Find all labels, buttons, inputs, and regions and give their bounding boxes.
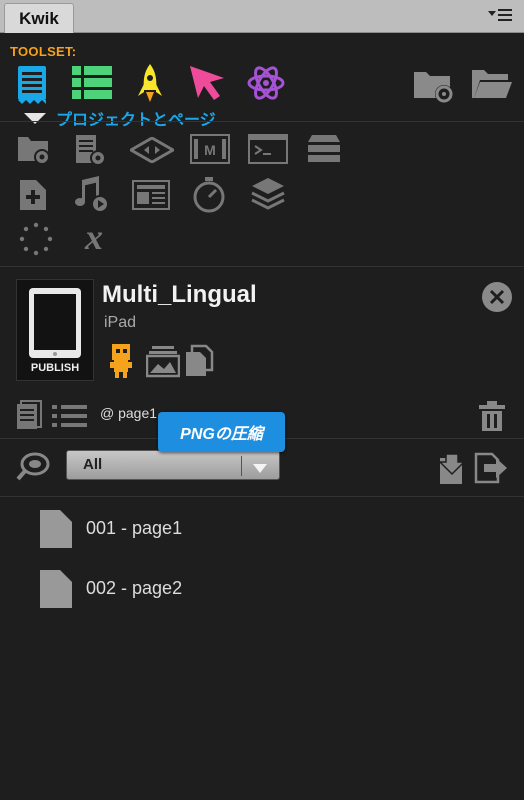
audio-play-icon[interactable] [74, 176, 110, 219]
panel-tab-kwik[interactable]: Kwik [4, 3, 74, 33]
close-project-icon[interactable] [481, 281, 513, 318]
pointer-cursor-icon[interactable] [188, 64, 226, 107]
stack-rows-icon[interactable] [306, 134, 342, 169]
ipad-device-icon [29, 288, 81, 358]
code-embed-icon[interactable] [127, 136, 177, 168]
panel-tabbar: Kwik [0, 0, 524, 33]
publish-label[interactable]: PUBLISH [16, 362, 94, 374]
filter-selected-value: All [83, 456, 103, 473]
list-item[interactable]: 001 - page1 [38, 508, 338, 552]
project-pages-label: プロジェクトとページ [56, 112, 216, 129]
page-document-icon [38, 568, 74, 615]
panel-menu-icon[interactable] [488, 8, 514, 27]
current-page-label: @ page1 [100, 405, 158, 421]
filter-separator [241, 456, 242, 476]
list-layers-icon[interactable] [72, 66, 112, 105]
svg-text:M: M [204, 142, 216, 158]
film-video-icon[interactable]: M [190, 134, 230, 169]
page-document-icon [38, 508, 74, 555]
character-sprite-icon[interactable] [108, 342, 134, 385]
rocket-icon[interactable] [134, 62, 166, 109]
layers-stack-icon[interactable] [250, 176, 286, 217]
particles-icon[interactable] [18, 222, 54, 261]
png-compression-tooltip: PNGの圧縮 [158, 412, 285, 452]
export-page-icon[interactable] [474, 452, 508, 489]
trash-icon[interactable] [478, 400, 506, 437]
toolset-label: TOOLSET: [10, 44, 77, 59]
page-document-icon[interactable] [16, 64, 52, 109]
svg-text:x: x [84, 218, 103, 256]
newspaper-icon[interactable] [132, 180, 170, 215]
list-item[interactable]: 002 - page2 [38, 568, 338, 612]
chevron-down-icon [253, 461, 267, 479]
folder-open-icon[interactable] [470, 66, 514, 107]
page-filter-select[interactable]: All [66, 450, 280, 480]
divider [0, 496, 524, 497]
terminal-icon[interactable] [248, 134, 288, 169]
project-name: Multi_Lingual [102, 281, 257, 308]
copy-pages-icon[interactable] [184, 344, 218, 383]
project-device: iPad [104, 314, 137, 331]
search-pages-icon[interactable] [16, 452, 50, 487]
list-view-icon[interactable] [52, 403, 88, 434]
page-label: 002 - page2 [86, 578, 183, 598]
document-gear-icon[interactable] [74, 133, 110, 174]
image-gallery-icon[interactable] [145, 344, 181, 383]
variable-x-icon[interactable]: x [74, 217, 114, 261]
divider [0, 121, 524, 122]
atom-icon[interactable] [246, 63, 286, 108]
folder-settings-icon[interactable] [412, 66, 458, 109]
import-page-icon[interactable] [436, 452, 468, 491]
add-page-icon[interactable] [18, 178, 50, 217]
page-label: 001 - page1 [86, 518, 183, 538]
divider [0, 266, 524, 267]
pages-view-icon[interactable] [16, 400, 44, 435]
stopwatch-icon[interactable] [192, 176, 226, 219]
folder-gear-icon[interactable] [16, 133, 56, 172]
